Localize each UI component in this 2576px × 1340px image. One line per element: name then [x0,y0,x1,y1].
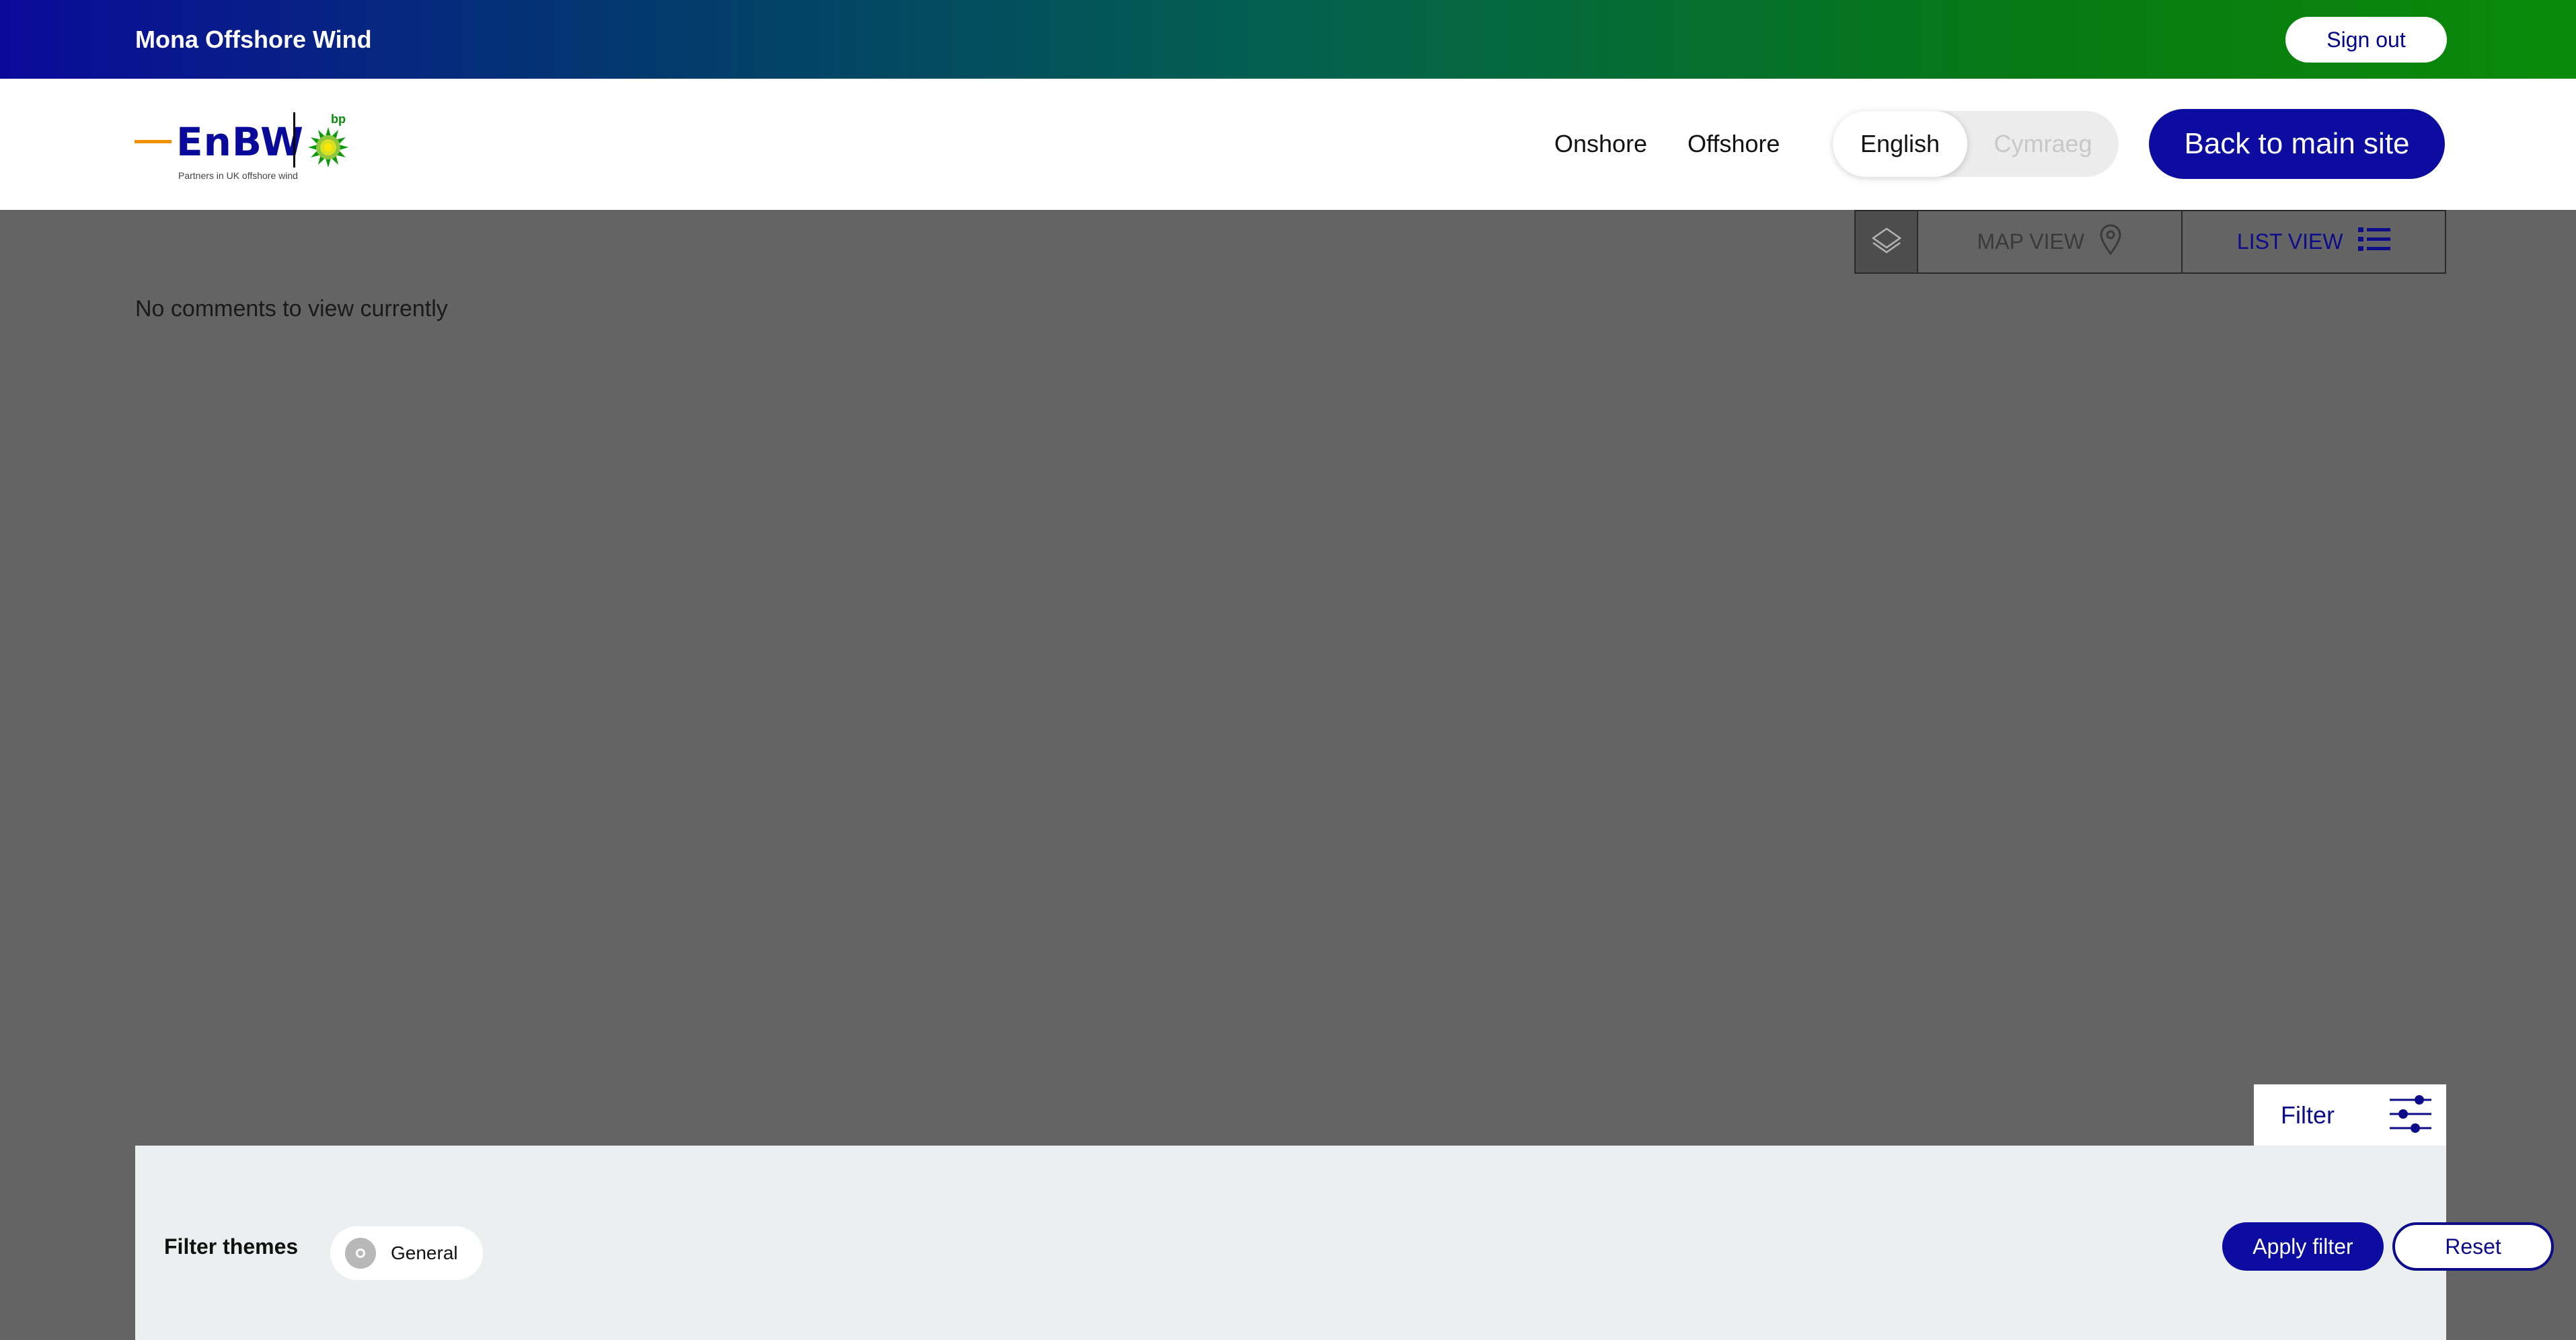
map-view-label: MAP VIEW [1977,229,2084,254]
theme-chip-general[interactable]: General [330,1226,483,1280]
list-view-button[interactable]: LIST VIEW [2183,211,2446,272]
sliders-icon [2388,1092,2433,1140]
filter-tab-label: Filter [2281,1101,2335,1129]
nav-onshore[interactable]: Onshore [1554,130,1647,158]
logo-tagline: Partners in UK offshore wind [178,170,298,181]
general-theme-icon [345,1238,376,1269]
reset-filter-button[interactable]: Reset [2392,1222,2554,1271]
sign-out-button[interactable]: Sign out [2285,17,2447,63]
filter-panel: Filter themes General Apply filter Reset [135,1146,2554,1340]
language-cymraeg[interactable]: Cymraeg [1967,111,2119,177]
view-toggle-bar: MAP VIEW LIST VIEW [1854,210,2446,274]
layers-icon [1870,223,1903,260]
top-bar: Mona Offshore Wind Sign out [0,0,2576,79]
apply-filter-button[interactable]: Apply filter [2222,1222,2384,1271]
map-view-button[interactable]: MAP VIEW [1918,211,2183,272]
enbw-wordmark: EnBW [176,119,304,165]
enbw-bp-logo[interactable]: EnBW bp Partners in UK offshore wind [135,106,538,193]
theme-chip-label: General [391,1242,458,1263]
main-header: EnBW bp Partners in UK offshore wind Ons… [0,79,2576,210]
filter-toggle-tab[interactable]: Filter [2254,1084,2446,1146]
nav-offshore[interactable]: Offshore [1688,130,1780,158]
layers-button[interactable] [1856,211,1918,272]
list-view-label: LIST VIEW [2236,229,2343,254]
map-pin-icon [2099,224,2122,260]
bp-helios-logo: bp [304,112,358,176]
empty-state-message: No comments to view currently [135,296,448,322]
site-title: Mona Offshore Wind [135,26,372,53]
list-icon [2357,226,2390,258]
svg-text:bp: bp [331,112,346,126]
back-to-main-site-button[interactable]: Back to main site [2149,109,2445,179]
language-english[interactable]: English [1833,111,1967,177]
logo-orange-line [135,140,172,143]
filter-themes-label: Filter themes [164,1234,299,1259]
logo-divider [293,112,295,168]
